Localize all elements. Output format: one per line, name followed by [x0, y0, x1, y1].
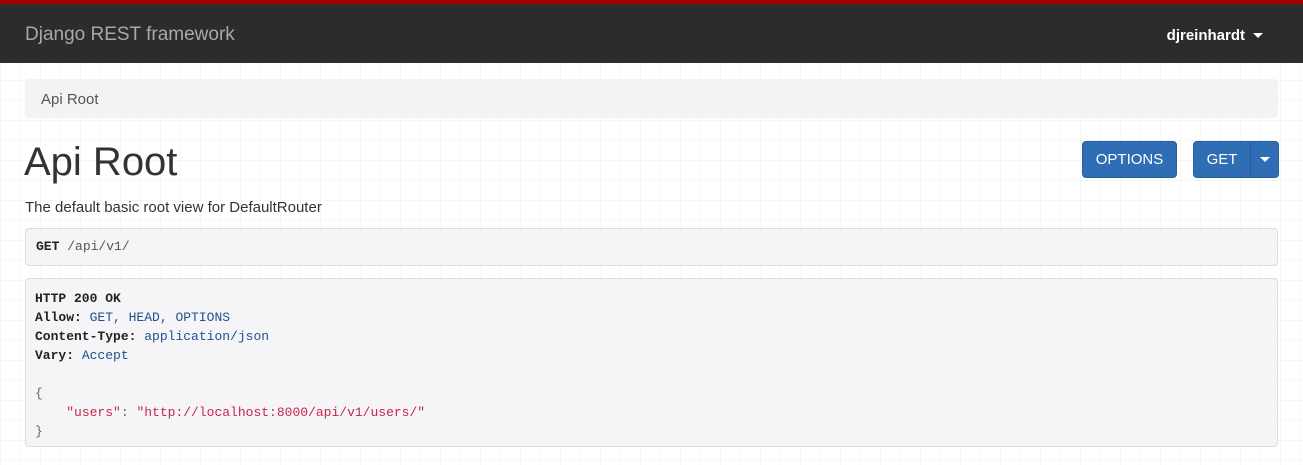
header-value: Accept: [81, 348, 129, 363]
navbar: Django REST framework djreinhardt: [0, 4, 1303, 63]
request-method: GET: [36, 239, 60, 254]
request-info: GET /api/v1/: [25, 228, 1278, 266]
response-info: HTTP 200 OK Allow: GET, HEAD, OPTIONS Co…: [25, 278, 1278, 447]
caret-down-icon: [1259, 157, 1270, 162]
breadcrumb-item-api-root[interactable]: Api Root: [41, 91, 99, 108]
page-title: Api Root: [24, 140, 178, 184]
header-value: GET, HEAD, OPTIONS: [89, 310, 231, 325]
header-name: Allow:: [35, 310, 82, 325]
breadcrumb: Api Root: [25, 79, 1278, 118]
header-value: application/json: [144, 329, 270, 344]
page-description: The default basic root view for DefaultR…: [25, 199, 322, 216]
caret-down-icon: [1253, 33, 1263, 38]
json-close-brace: }: [35, 424, 43, 439]
header-name: Content-Type:: [35, 329, 137, 344]
user-name: djreinhardt: [1166, 27, 1245, 44]
get-button[interactable]: GET: [1193, 141, 1251, 178]
user-menu[interactable]: djreinhardt: [1167, 27, 1263, 44]
brand-link[interactable]: Django REST framework: [25, 24, 235, 46]
request-path: /api/v1/: [67, 239, 130, 254]
get-format-dropdown-button[interactable]: [1250, 141, 1279, 178]
json-link-value[interactable]: "http://localhost:8000/api/v1/users/": [136, 405, 425, 420]
json-key: "users": [66, 405, 121, 420]
options-button[interactable]: OPTIONS: [1082, 141, 1177, 178]
header-name: Vary:: [35, 348, 75, 363]
response-status: HTTP 200 OK: [35, 291, 121, 306]
json-open-brace: {: [35, 386, 43, 401]
json-colon: :: [120, 405, 137, 420]
